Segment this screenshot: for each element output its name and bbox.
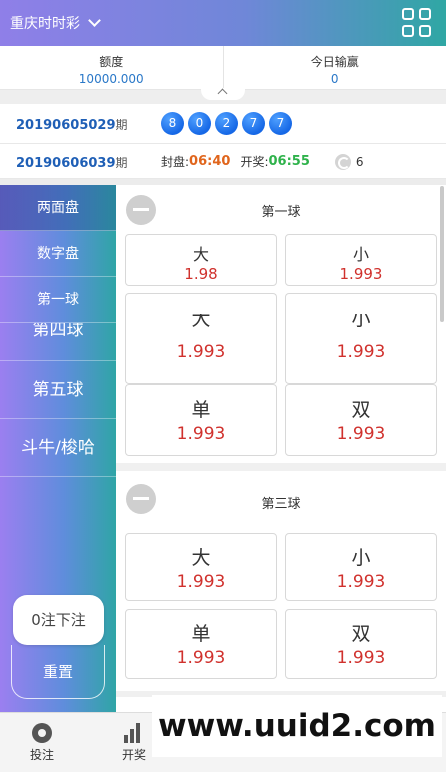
option-odds: 1.993 xyxy=(336,572,386,592)
balance-bar: 额度 10000.000 今日输赢 0 xyxy=(0,46,446,90)
option-odds: 1.993 xyxy=(336,342,386,362)
last-draw-row: 20190605029期 8 0 2 7 7 xyxy=(0,104,446,144)
odds-panel: 第一球 大 1.98 小 1.993 大 1.993 小 1.993 单 1.9… xyxy=(116,185,446,712)
option-odds: 1.993 xyxy=(336,424,386,444)
draw-ball: 2 xyxy=(215,112,238,135)
option-label: 大 xyxy=(191,547,211,569)
reset-button[interactable]: 重置 xyxy=(11,645,105,699)
draw-ball: 8 xyxy=(161,112,184,135)
today-value: 0 xyxy=(330,72,339,86)
section-title: 第一球 xyxy=(261,205,301,220)
chevron-down-icon xyxy=(88,14,101,27)
option-label: 小 xyxy=(352,245,369,264)
scrollbar[interactable] xyxy=(440,186,444,322)
sidebar-item-bull[interactable]: 斗牛/梭哈 xyxy=(0,419,116,477)
option-label: 双 xyxy=(351,399,371,421)
sidebar-item-ball-5[interactable]: 第五球 xyxy=(0,361,116,419)
category-sidebar: 两面盘 数字盘 第一球 第四球 第五球 斗牛/梭哈 0注下注 重置 xyxy=(0,185,116,712)
option-odds: 1.993 xyxy=(176,424,226,444)
option-odds: 1.98 xyxy=(184,265,218,283)
section-header: 第一球 xyxy=(116,185,446,233)
tab-results[interactable]: 开奖 xyxy=(122,723,146,763)
last-period-number: 20190605029 xyxy=(16,118,116,133)
draw-ball: 0 xyxy=(188,112,211,135)
today-label: 今日输赢 xyxy=(310,55,359,69)
section-ball-3: 第三球 大 1.993 小 1.993 单 1.993 双 1.993 xyxy=(116,471,446,691)
option-label: 双 xyxy=(351,623,371,645)
chevron-up-icon xyxy=(217,88,228,99)
option-odds: 1.993 xyxy=(336,648,386,668)
today-cell: 今日输赢 0 xyxy=(224,46,446,89)
tab-label: 开奖 xyxy=(122,748,147,762)
app-header: 重庆时时彩 xyxy=(0,0,446,46)
odds-option[interactable]: 单 1.993 xyxy=(125,609,277,679)
open-label: 开奖: xyxy=(240,155,269,169)
draw-ball: 7 xyxy=(269,112,292,135)
close-label: 封盘: xyxy=(161,155,190,169)
credit-value: 10000.000 xyxy=(78,72,144,86)
option-odds: 1.993 xyxy=(176,342,226,362)
odds-option[interactable]: 单 1.993 xyxy=(125,384,277,456)
odds-option[interactable]: 大 1.993 xyxy=(125,314,277,384)
draw-timer: 封盘: 06:40 开奖: 06:55 6 xyxy=(161,153,364,170)
section-overlay: 大 1.993 小 1.993 单 1.993 双 1.993 xyxy=(116,314,446,463)
ball-icon xyxy=(32,723,52,743)
option-odds: 1.993 xyxy=(176,572,226,592)
place-bet-button[interactable]: 0注下注 xyxy=(13,595,104,645)
refresh-count: 6 xyxy=(355,154,364,169)
option-label: 小 xyxy=(351,314,371,330)
last-draw-period: 20190605029期 xyxy=(16,116,128,133)
credit-label: 额度 xyxy=(99,55,124,69)
option-label: 小 xyxy=(351,547,371,569)
next-draw-row: 20190606039期 封盘: 06:40 开奖: 06:55 6 xyxy=(0,144,446,179)
sidebar-item-number[interactable]: 数字盘 xyxy=(0,231,116,277)
odds-option[interactable]: 小 1.993 xyxy=(285,234,437,286)
period-suffix: 期 xyxy=(115,156,128,170)
odds-option[interactable]: 大 1.98 xyxy=(125,234,277,286)
draw-balls: 8 0 2 7 7 xyxy=(161,112,292,135)
sidebar-item-ball-1[interactable]: 第一球 xyxy=(0,277,116,323)
collapse-toggle[interactable] xyxy=(201,88,245,100)
odds-option[interactable]: 双 1.993 xyxy=(285,384,437,456)
lottery-title: 重庆时时彩 xyxy=(10,16,80,32)
option-odds: 1.993 xyxy=(339,265,383,283)
period-suffix: 期 xyxy=(115,118,128,132)
odds-option[interactable]: 小 1.993 xyxy=(285,314,437,384)
option-label: 大 xyxy=(191,314,211,330)
app-root: { "header": {"title": "重庆时时彩"}, "balance… xyxy=(0,0,446,772)
odds-option[interactable]: 大 1.993 xyxy=(125,533,277,601)
option-odds: 1.993 xyxy=(176,648,226,668)
watermark: www.uuid2.com xyxy=(152,695,442,757)
lottery-selector[interactable]: 重庆时时彩 xyxy=(10,13,101,33)
section-title: 第三球 xyxy=(261,497,301,512)
odds-option[interactable]: 小 1.993 xyxy=(285,533,437,601)
open-time: 06:55 xyxy=(268,154,310,169)
draw-ball: 7 xyxy=(242,112,265,135)
option-label: 单 xyxy=(191,399,211,421)
option-label: 大 xyxy=(192,245,209,264)
tab-label: 投注 xyxy=(30,748,55,762)
next-period-number: 20190606039 xyxy=(16,156,116,171)
tab-bet[interactable]: 投注 xyxy=(30,723,54,763)
refresh-icon[interactable] xyxy=(334,153,351,170)
grid-menu-icon[interactable] xyxy=(402,8,432,38)
option-label: 单 xyxy=(191,623,211,645)
sidebar-item-ball-4[interactable]: 第四球 xyxy=(0,323,116,361)
next-draw-period: 20190606039期 xyxy=(16,154,128,171)
chart-icon xyxy=(124,723,144,743)
sidebar-item-two-sides[interactable]: 两面盘 xyxy=(0,185,116,231)
section-header: 第三球 xyxy=(116,471,446,527)
odds-option[interactable]: 双 1.993 xyxy=(285,609,437,679)
credit-cell: 额度 10000.000 xyxy=(0,46,224,89)
close-time: 06:40 xyxy=(189,154,231,169)
